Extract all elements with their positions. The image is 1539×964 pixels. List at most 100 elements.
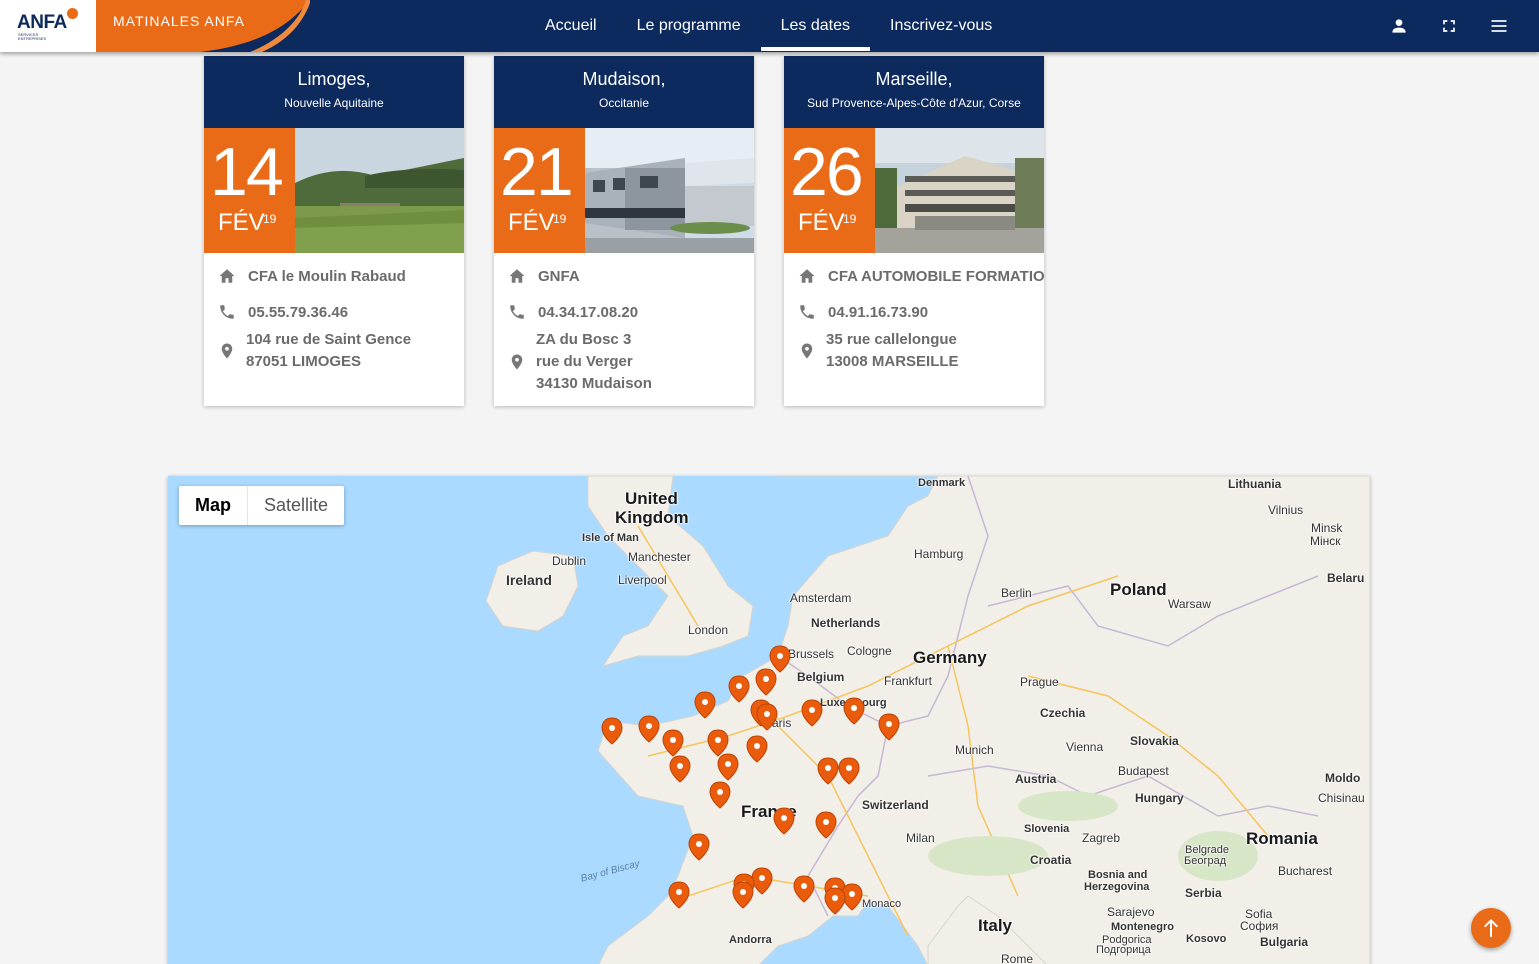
event-marker[interactable]	[815, 811, 837, 839]
event-marker[interactable]	[769, 645, 791, 673]
event-marker[interactable]	[746, 735, 768, 763]
venue-name-row: GNFA	[508, 265, 754, 287]
logo-subtitle: SERVICES ENTREPRISES	[18, 32, 47, 41]
menu-icon[interactable]	[1488, 16, 1510, 36]
arrow-up-icon	[1484, 919, 1498, 937]
card-header: Marseille, Sud Provence-Alpes-Côte d'Azu…	[784, 56, 1044, 128]
event-marker[interactable]	[707, 729, 729, 757]
event-card-mudaison[interactable]: Mudaison, Occitanie 21 FÉV 19 GNFA 04.34…	[494, 56, 754, 406]
date-year: 19	[843, 212, 857, 226]
card-header: Limoges, Nouvelle Aquitaine	[204, 56, 464, 128]
card-region: Sud Provence-Alpes-Côte d'Azur, Corse	[807, 96, 1021, 110]
event-marker[interactable]	[824, 887, 846, 915]
phone-row: 04.91.16.73.90	[798, 301, 1044, 323]
venue-photo	[875, 128, 1044, 253]
home-icon	[219, 269, 235, 283]
phone-number[interactable]: 04.91.16.73.90	[828, 304, 928, 321]
date-month: FÉV	[798, 209, 845, 236]
event-marker[interactable]	[756, 703, 778, 731]
address: 104 rue de Saint Gence 87051 LIMOGES	[246, 329, 411, 373]
card-details: CFA le Moulin Rabaud 05.55.79.36.46 104 …	[204, 253, 464, 373]
nav-les-dates[interactable]: Les dates	[760, 0, 871, 52]
event-marker[interactable]	[838, 757, 860, 785]
venue-photo	[585, 128, 754, 253]
event-marker[interactable]	[688, 833, 710, 861]
event-marker[interactable]	[878, 713, 900, 741]
date-badge: 26 FÉV 19	[784, 128, 875, 253]
event-marker[interactable]	[717, 753, 739, 781]
home-icon	[509, 269, 525, 283]
scroll-to-top-button[interactable]	[1471, 908, 1511, 948]
venue-name: CFA le Moulin Rabaud	[248, 267, 406, 285]
top-navigation-bar: ANFA SERVICES ENTREPRISES MATINALES ANFA…	[0, 0, 1539, 52]
card-media: 21 FÉV 19	[494, 128, 754, 253]
event-marker[interactable]	[728, 675, 750, 703]
nav-accueil[interactable]: Accueil	[525, 0, 617, 52]
event-marker[interactable]	[601, 717, 623, 745]
address-line: ZA du Bosc 3	[536, 331, 632, 348]
phone-icon	[510, 305, 524, 319]
logo-dot-icon	[67, 8, 78, 19]
card-city: Mudaison,	[582, 69, 666, 89]
event-marker[interactable]	[709, 781, 731, 809]
card-media: 26 FÉV 19	[784, 128, 1044, 253]
event-marker[interactable]	[638, 715, 660, 743]
event-marker[interactable]	[751, 867, 773, 895]
nav-inscrivez-vous[interactable]: Inscrivez-vous	[870, 0, 1012, 52]
event-marker[interactable]	[843, 697, 865, 725]
venue-photo	[295, 128, 464, 253]
main-nav: Accueil Le programme Les dates Inscrivez…	[525, 0, 1012, 52]
venue-name-row: CFA AUTOMOBILE FORMATION	[798, 265, 1044, 287]
event-marker[interactable]	[669, 755, 691, 783]
brand-area[interactable]: ANFA SERVICES ENTREPRISES MATINALES ANFA	[0, 0, 310, 52]
event-marker[interactable]	[755, 668, 777, 696]
phone-row: 05.55.79.36.46	[218, 301, 464, 323]
date-month: FÉV	[508, 209, 555, 236]
venue-name: CFA AUTOMOBILE FORMATION	[828, 267, 1044, 285]
address-line: 34130 Mudaison	[536, 375, 652, 392]
address-line: 87051 LIMOGES	[246, 353, 362, 370]
address-line: 13008 MARSEILLE	[826, 353, 959, 370]
nav-le-programme[interactable]: Le programme	[617, 0, 761, 52]
location-pin-icon	[221, 343, 233, 359]
card-details: GNFA 04.34.17.08.20 ZA du Bosc 3 rue du …	[494, 253, 754, 395]
phone-number[interactable]: 04.34.17.08.20	[538, 304, 638, 321]
date-badge: 14 FÉV 19	[204, 128, 295, 253]
address-line: 104 rue de Saint Gence	[246, 331, 412, 348]
date-day: 14	[210, 134, 284, 210]
event-marker[interactable]	[668, 881, 690, 909]
venue-name-row: CFA le Moulin Rabaud	[218, 265, 464, 287]
phone-icon	[800, 305, 814, 319]
map-markers	[601, 645, 900, 915]
date-day: 21	[500, 134, 574, 210]
card-city: Limoges,	[297, 69, 371, 89]
location-pin-icon	[511, 354, 523, 370]
event-marker[interactable]	[773, 807, 795, 835]
phone-icon	[220, 305, 234, 319]
user-icon[interactable]	[1389, 16, 1409, 36]
logo-text: ANFA	[17, 12, 67, 33]
date-day: 26	[790, 134, 864, 210]
address-row: 35 rue callelongue 13008 MARSEILLE	[798, 329, 1044, 373]
event-marker[interactable]	[694, 691, 716, 719]
date-year: 19	[263, 212, 277, 226]
card-region: Occitanie	[598, 96, 650, 110]
event-marker[interactable]	[732, 881, 754, 909]
phone-row: 04.34.17.08.20	[508, 301, 754, 323]
fullscreen-icon[interactable]	[1439, 16, 1459, 36]
event-card-limoges[interactable]: Limoges, Nouvelle Aquitaine 14 FÉV 19 CF…	[204, 56, 464, 406]
card-city: Marseille,	[875, 69, 953, 89]
address-row: 104 rue de Saint Gence 87051 LIMOGES	[218, 329, 464, 373]
date-month: FÉV	[218, 209, 265, 236]
address-line: 35 rue callelongue	[826, 331, 957, 348]
event-map[interactable]: Map Satellite United Kingdom Isle of Man…	[168, 476, 1370, 964]
event-marker[interactable]	[817, 757, 839, 785]
event-marker[interactable]	[793, 875, 815, 903]
event-marker[interactable]	[801, 699, 823, 727]
card-details: CFA AUTOMOBILE FORMATION 04.91.16.73.90 …	[784, 253, 1044, 373]
date-badge: 21 FÉV 19	[494, 128, 585, 253]
brand-title: MATINALES ANFA	[113, 13, 245, 29]
phone-number[interactable]: 05.55.79.36.46	[248, 304, 348, 321]
event-card-marseille[interactable]: Marseille, Sud Provence-Alpes-Côte d'Azu…	[784, 56, 1044, 406]
event-marker[interactable]	[662, 729, 684, 757]
